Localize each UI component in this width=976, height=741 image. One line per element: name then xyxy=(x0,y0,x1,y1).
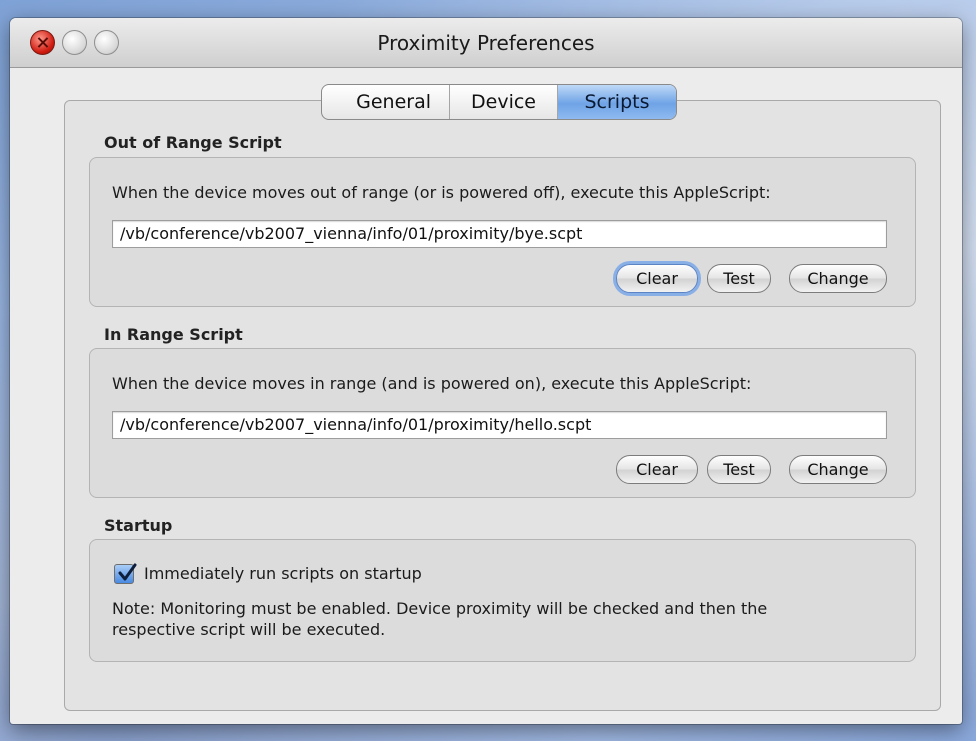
startup-note-line1: Note: Monitoring must be enabled. Device… xyxy=(112,599,768,618)
out-of-range-script-path[interactable]: /vb/conference/vb2007_vienna/info/01/pro… xyxy=(112,220,887,248)
in-range-test-button[interactable]: Test xyxy=(707,455,771,484)
tab-scripts[interactable]: Scripts xyxy=(558,85,676,119)
in-range-change-button[interactable]: Change xyxy=(789,455,887,484)
in-range-description: When the device moves in range (and is p… xyxy=(112,374,752,393)
tab-bar: General Device Scripts xyxy=(321,84,677,120)
out-of-range-clear-button[interactable]: Clear xyxy=(616,264,698,293)
in-range-script-path[interactable]: /vb/conference/vb2007_vienna/info/01/pro… xyxy=(112,411,887,439)
startup-checkbox-label[interactable]: Immediately run scripts on startup xyxy=(144,564,422,583)
in-range-clear-button[interactable]: Clear xyxy=(616,455,698,484)
out-of-range-test-button[interactable]: Test xyxy=(707,264,771,293)
out-of-range-change-button[interactable]: Change xyxy=(789,264,887,293)
preferences-window: Proximity Preferences General Device Scr… xyxy=(10,18,962,724)
title-bar[interactable]: Proximity Preferences xyxy=(10,18,962,68)
in-range-title: In Range Script xyxy=(104,325,243,344)
in-range-group: When the device moves in range (and is p… xyxy=(89,348,916,498)
tab-device[interactable]: Device xyxy=(450,85,558,119)
out-of-range-group: When the device moves out of range (or i… xyxy=(89,157,916,307)
checkmark-icon xyxy=(118,563,137,581)
window-title: Proximity Preferences xyxy=(377,31,595,55)
tab-general[interactable]: General xyxy=(322,85,450,119)
startup-checkbox[interactable] xyxy=(114,563,137,584)
out-of-range-description: When the device moves out of range (or i… xyxy=(112,183,771,202)
out-of-range-title: Out of Range Script xyxy=(104,133,282,152)
startup-group: Immediately run scripts on startup Note:… xyxy=(89,539,916,662)
startup-note-line2: respective script will be executed. xyxy=(112,620,386,639)
startup-title: Startup xyxy=(104,516,173,535)
